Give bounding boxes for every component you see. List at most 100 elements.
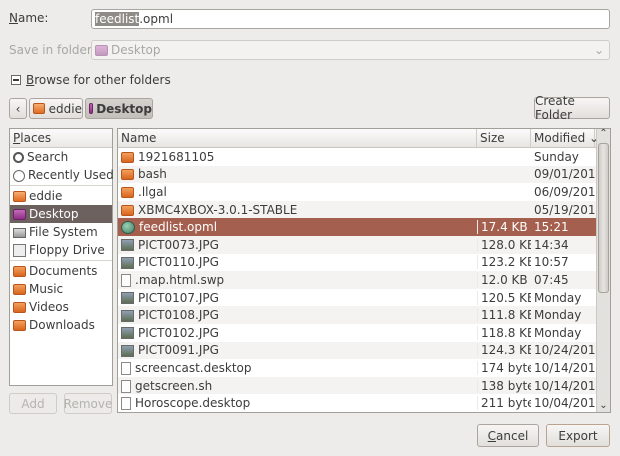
file-row[interactable]: 1921681105 Sunday [118,148,610,166]
file-name: bash [138,167,167,182]
file-modified-cell: 07:45 [534,272,569,287]
scrollbar[interactable]: ⌃ ⌄ [596,129,610,412]
place-floppy-drive[interactable]: Floppy Drive [10,241,112,259]
file-list-header: Name Size Modified ⌄ [118,129,610,148]
file-modified-cell: 15:21 [534,220,569,235]
file-rows: 1921681105 Sunday bash 09/01/2011 .llgal 06/0… [118,148,610,412]
video-folder-icon [13,302,26,313]
path-back-button[interactable]: ‹ [9,98,27,119]
column-header-modified[interactable]: Modified ⌄ [531,129,599,147]
feed-icon [121,221,135,235]
file-row[interactable]: .map.html.swp 12.0 KB 07:45 [118,271,610,289]
document-icon [121,379,131,393]
file-modified-cell: Monday [534,325,582,340]
file-name-cell: XBMC4XBOX-3.0.1-STABLE [118,203,477,217]
file-name-cell: PICT0091.JPG [118,343,477,357]
folder-icon [121,151,134,163]
file-name-cell: .map.html.swp [118,273,477,287]
file-row[interactable]: PICT0091.JPG 124.3 KB10/24/2011 [118,341,610,360]
file-row[interactable]: bash 09/01/2011 [118,165,610,184]
search-icon [13,152,24,163]
export-button[interactable]: Export [546,424,610,447]
document-icon [121,397,131,411]
folder-icon [121,186,134,198]
image-icon [121,309,134,322]
file-modified-cell: 09/01/2011 [534,167,595,182]
scrollbar-thumb[interactable] [598,143,609,293]
file-name: .llgal [138,184,167,199]
file-row[interactable]: getscreen.sh 138 bytes10/14/2011 [118,376,610,395]
file-name-cell: PICT0110.JPG [118,255,477,269]
place-music[interactable]: Music [10,280,112,298]
file-row[interactable]: .llgal 06/09/2011 [118,183,610,201]
image-icon [121,327,134,340]
file-name: PICT0108.JPG [138,308,219,323]
file-modified-cell: 10/24/2011 [534,343,595,358]
places-header[interactable]: Places [10,129,112,148]
file-name-cell: 1921681105 [118,150,477,164]
file-modified-cell: Monday [534,290,582,305]
home-folder-icon [13,191,26,202]
place-file-system[interactable]: File System [10,223,112,241]
file-name-cell: .llgal [118,185,477,199]
place-desktop[interactable]: Desktop [10,205,112,223]
place-eddie[interactable]: eddie [10,187,112,205]
column-header-size[interactable]: Size [477,129,531,147]
file-name-cell: PICT0073.JPG [118,238,477,252]
file-name: screencast.desktop [135,360,252,375]
place-downloads[interactable]: Downloads [10,316,112,334]
cancel-button[interactable]: Cancel [477,424,539,447]
create-folder-button[interactable]: Create Folder [534,94,610,122]
floppy-icon [13,244,26,257]
file-size-cell: 111.8 KB [477,308,531,323]
file-name-cell: Horoscope.desktop [118,396,477,411]
place-recently-used[interactable]: Recently Used [10,166,114,184]
file-row[interactable]: PICT0102.JPG 118.8 KB Monday [118,324,610,342]
place-search[interactable]: Search [10,148,112,166]
download-folder-icon [13,320,26,331]
path-button-desktop[interactable]: Desktop [85,98,153,119]
file-row[interactable]: PICT0108.JPG 111.8 KB Monday [118,306,610,324]
file-modified-cell: 10/04/2011 [534,396,595,411]
minus-icon [11,75,21,85]
clock-icon [13,169,25,182]
file-row[interactable]: PICT0073.JPG 128.0 KB 14:34 [118,235,610,254]
file-name: .map.html.swp [135,272,225,287]
file-size-cell: 118.8 KB [477,325,531,340]
desktop-icon [95,45,108,56]
place-videos[interactable]: Videos [10,298,112,316]
file-size-cell: 174 bytes [477,360,531,375]
chevron-left-icon: ‹ [15,101,21,116]
file-row[interactable]: XBMC4XBOX-3.0.1-STABLE 05/19/2011 [118,200,610,219]
file-row[interactable]: screencast.desktop 174 bytes10/14/2011 [118,359,610,377]
browse-expander[interactable]: Browse for other folders [11,73,171,87]
file-modified-cell: 06/09/2011 [534,184,595,199]
image-icon [121,239,134,252]
file-name-cell: PICT0107.JPG [118,291,477,305]
file-name: PICT0102.JPG [138,325,219,340]
file-size-cell: 211 bytes [477,396,531,411]
file-list: Name Size Modified ⌄ 1921681105 Sunday bas… [117,128,611,413]
file-name: XBMC4XBOX-3.0.1-STABLE [138,202,298,217]
path-button-eddie[interactable]: eddie [29,98,83,119]
file-modified-cell: 05/19/2011 [534,202,595,217]
file-row[interactable]: feedlist.opml 17.4 KB 15:21 [118,218,610,236]
scroll-down-icon[interactable]: ⌄ [597,400,610,411]
file-size-cell: 17.4 KB [477,220,531,235]
name-input[interactable]: feedlist.opml [91,9,610,29]
column-header-name[interactable]: Name [118,129,477,147]
file-row[interactable]: PICT0107.JPG 120.5 KB Monday [118,289,610,307]
file-name-cell: PICT0108.JPG [118,308,477,322]
file-name: PICT0110.JPG [138,255,219,270]
save-in-folder-label: Save in folder: [9,43,96,57]
remove-place-button[interactable]: Remove [64,393,112,414]
folder-icon [13,266,26,277]
scroll-up-icon[interactable]: ⌃ [597,129,610,141]
file-row[interactable]: PICT0110.JPG 123.2 KB 10:57 [118,254,610,272]
add-place-button[interactable]: Add [9,393,57,414]
file-modified-cell: Monday [534,308,582,323]
places-separator [10,185,112,186]
file-name: PICT0091.JPG [138,343,219,358]
place-documents[interactable]: Documents [10,262,112,280]
file-row[interactable]: Horoscope.desktop 211 bytes10/04/2011 [118,394,610,412]
